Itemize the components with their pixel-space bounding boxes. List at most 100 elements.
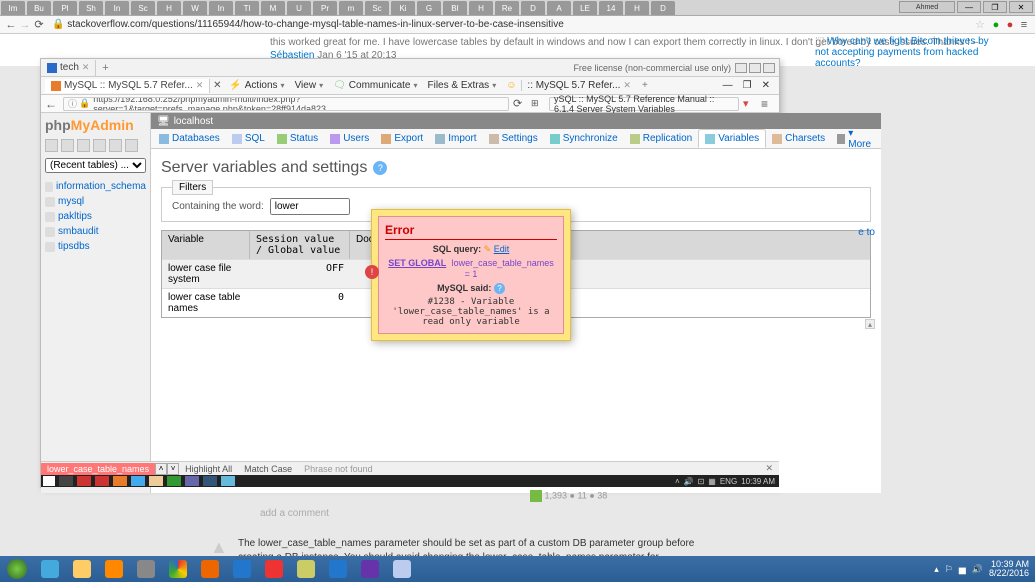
- window-minimize-button[interactable]: —: [718, 80, 738, 91]
- truncated-link[interactable]: e to: [858, 227, 875, 238]
- license-icon-3[interactable]: [763, 63, 775, 73]
- edit-link[interactable]: Edit: [494, 244, 510, 254]
- communicate-menu[interactable]: 🗨Communicate▾: [328, 80, 422, 91]
- ff-grid-icon[interactable]: ⊞: [531, 98, 545, 109]
- window-maximize-button[interactable]: ❐: [738, 80, 757, 91]
- chrome-tab[interactable]: W: [183, 1, 207, 15]
- task-firefox[interactable]: [195, 558, 225, 580]
- match-case-toggle[interactable]: Match Case: [238, 464, 298, 474]
- home-icon[interactable]: [45, 139, 58, 152]
- emb-task-3[interactable]: [113, 476, 127, 486]
- close-icon[interactable]: ✕: [196, 80, 204, 91]
- emb-task-9[interactable]: [221, 476, 235, 486]
- pma-database-item[interactable]: mysql: [45, 194, 146, 209]
- pma-tab-synchronize[interactable]: Synchronize: [544, 130, 624, 147]
- ff-new-tab-button[interactable]: +: [96, 62, 114, 74]
- tray-chevron-icon[interactable]: ˄: [675, 477, 680, 486]
- find-next-button[interactable]: ˅: [167, 463, 179, 475]
- chrome-tab[interactable]: LE: [573, 1, 597, 15]
- pocket-icon[interactable]: ▾: [743, 97, 757, 110]
- tray-network-icon[interactable]: ▅: [959, 564, 966, 575]
- chrome-menu-icon[interactable]: ≡: [1017, 18, 1031, 32]
- close-icon[interactable]: ✕: [623, 80, 631, 91]
- chrome-tab[interactable]: Sc: [131, 1, 155, 15]
- emb-task-2[interactable]: [95, 476, 109, 486]
- chrome-tab[interactable]: Re: [495, 1, 519, 15]
- emb-task-5[interactable]: [149, 476, 163, 486]
- chrome-tab[interactable]: U: [287, 1, 311, 15]
- emb-search-icon[interactable]: [59, 476, 73, 486]
- help-icon[interactable]: ?: [373, 161, 387, 175]
- task-anydesk[interactable]: [259, 558, 289, 580]
- so-hot-question-link[interactable]: ⬚ Why can't we fight Bitcoin thieves by …: [815, 36, 995, 69]
- ff-tab-tech[interactable]: tech✕: [41, 60, 96, 76]
- chrome-tab[interactable]: Tl: [235, 1, 259, 15]
- bookmark-star-icon[interactable]: ☆: [975, 18, 989, 32]
- tray-chevron-icon[interactable]: ▴: [934, 564, 939, 575]
- address-bar[interactable]: 🔒 stackoverflow.com/questions/11165944/h…: [52, 19, 969, 30]
- chrome-tab[interactable]: Sc: [365, 1, 389, 15]
- chrome-tab[interactable]: In: [209, 1, 233, 15]
- pma-tab-replication[interactable]: Replication: [624, 130, 698, 147]
- find-close-button[interactable]: ✕: [759, 463, 779, 474]
- chrome-tab[interactable]: G: [417, 1, 441, 15]
- close-button[interactable]: ✕: [1009, 1, 1033, 13]
- chrome-tab[interactable]: m: [339, 1, 363, 15]
- logout-icon[interactable]: [61, 139, 74, 152]
- chrome-tab[interactable]: D: [651, 1, 675, 15]
- actions-menu[interactable]: ⚡Actions▾: [224, 80, 289, 91]
- host-clock[interactable]: 10:39 AM 8/22/2016: [989, 560, 1029, 578]
- task-vs[interactable]: [355, 558, 385, 580]
- highlight-all-toggle[interactable]: Highlight All: [179, 464, 238, 474]
- pma-recent-tables[interactable]: (Recent tables) ...: [45, 158, 146, 173]
- close-icon[interactable]: ✕: [82, 62, 90, 73]
- ff-search-bar[interactable]: ySQL :: MySQL 5.7 Reference Manual :: 6.…: [549, 97, 739, 111]
- license-icon-1[interactable]: [735, 63, 747, 73]
- pma-tab-status[interactable]: Status: [271, 130, 324, 147]
- tray-volume-icon[interactable]: 🔊: [684, 477, 694, 486]
- chrome-tab[interactable]: Ki: [391, 1, 415, 15]
- recent-tables-select[interactable]: (Recent tables) ...: [45, 158, 146, 173]
- window-close-button[interactable]: ✕: [757, 80, 775, 91]
- task-app2[interactable]: [387, 558, 417, 580]
- task-app1[interactable]: [291, 558, 321, 580]
- help-icon[interactable]: ?: [494, 283, 505, 294]
- add-comment-link[interactable]: add a comment: [260, 508, 710, 519]
- chrome-tab[interactable]: D: [521, 1, 545, 15]
- reload-icon[interactable]: [125, 139, 138, 152]
- minimize-button[interactable]: —: [957, 1, 981, 13]
- smiley-icon[interactable]: ☺: [501, 80, 521, 91]
- ff-tab-mysql-ref[interactable]: MySQL :: MySQL 5.7 Refer...✕: [45, 79, 210, 93]
- chrome-tab[interactable]: H: [469, 1, 493, 15]
- ff-reload-button[interactable]: ⟳: [513, 97, 527, 110]
- tray-icon[interactable]: ▦: [708, 477, 716, 486]
- emb-task-1[interactable]: [77, 476, 91, 486]
- pma-database-item[interactable]: information_schema: [45, 179, 146, 194]
- emb-task-7[interactable]: [185, 476, 199, 486]
- pma-database-item[interactable]: tipsdbs: [45, 239, 146, 254]
- sql-icon[interactable]: [77, 139, 90, 152]
- pma-tab-databases[interactable]: Databases: [153, 130, 226, 147]
- chrome-tab[interactable]: H: [625, 1, 649, 15]
- task-recycle[interactable]: [131, 558, 161, 580]
- ff-hamburger-menu[interactable]: ≡: [761, 97, 775, 111]
- license-icon-2[interactable]: [749, 63, 761, 73]
- edit-pencil-icon[interactable]: ✎: [484, 244, 492, 254]
- chrome-tab[interactable]: H: [157, 1, 181, 15]
- extension-icon[interactable]: ●: [1003, 18, 1017, 32]
- emb-start-button[interactable]: [43, 476, 55, 486]
- ff-address-bar[interactable]: ⓘ 🔒 https://192.168.0.252/phpmyadmin-mul…: [63, 97, 509, 111]
- task-explorer[interactable]: [67, 558, 97, 580]
- view-menu[interactable]: View▾: [290, 80, 329, 91]
- files-menu[interactable]: Files & Extras▾: [423, 80, 502, 91]
- maximize-button[interactable]: ❐: [983, 1, 1007, 13]
- emb-task-4[interactable]: [131, 476, 145, 486]
- chrome-tab[interactable]: Pl: [53, 1, 77, 15]
- pma-tab-users[interactable]: Users: [324, 130, 375, 147]
- tray-volume-icon[interactable]: 🔊: [972, 564, 983, 575]
- chrome-tab[interactable]: 14: [599, 1, 623, 15]
- pma-tab-sql[interactable]: SQL: [226, 130, 271, 147]
- tray-network-icon[interactable]: ⊡: [698, 477, 705, 486]
- chrome-tab[interactable]: A: [547, 1, 571, 15]
- pma-tab-import[interactable]: Import: [429, 130, 482, 147]
